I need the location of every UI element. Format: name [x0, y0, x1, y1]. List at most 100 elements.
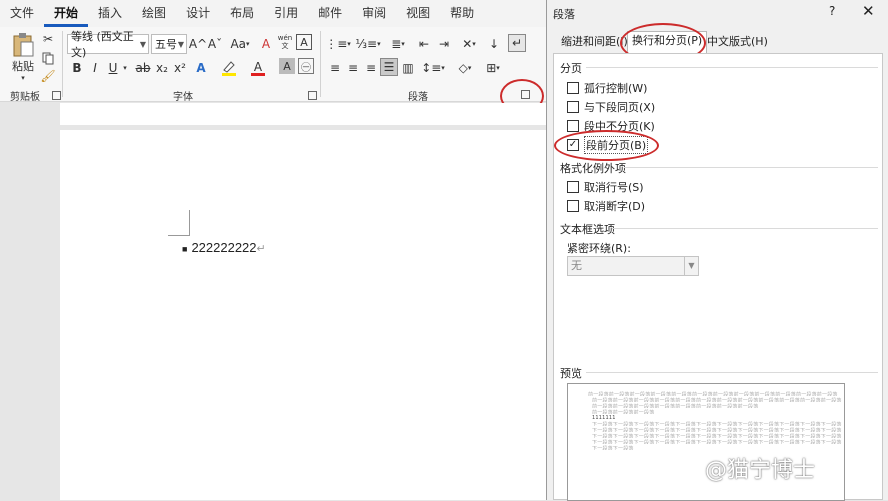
ribbon: 粘贴 ▾ ✂ 🖌 剪贴板 等线 (西文正文) ▼ 五号 ▼ A^ Aˇ Aa ▾ A … — [0, 27, 546, 113]
bold-button[interactable]: B — [70, 58, 84, 78]
checkbox-no-hyphenation[interactable]: 取消断字(D) — [567, 198, 645, 214]
clipboard-group-label: 剪贴板 — [10, 92, 40, 103]
paragraph-group-label: 段落 — [408, 92, 428, 103]
text-effects-icon[interactable]: A — [193, 58, 209, 78]
change-case-button[interactable]: Aa ▾ — [228, 34, 252, 54]
cut-icon[interactable]: ✂ — [40, 29, 56, 49]
checkbox-label: 取消断字(D) — [584, 200, 646, 213]
tab-view[interactable]: 视图 — [396, 0, 440, 27]
phonetic-guide-button[interactable]: wén 文 — [277, 32, 293, 52]
dialog-title: 段落 — [553, 8, 575, 21]
tab-file[interactable]: 文件 — [0, 0, 44, 27]
paragraph-dialog: 段落 ? ✕ 缩进和间距(I) 换行和分页(P) 中文版式(H) 分页 孤行控制… — [546, 0, 888, 501]
highlight-icon[interactable] — [218, 58, 240, 78]
font-launcher-icon[interactable] — [308, 91, 317, 100]
decrease-indent-icon[interactable]: ⇤ — [416, 34, 432, 54]
font-size-combo[interactable]: 五号 ▼ — [151, 34, 187, 54]
chevron-down-icon: ▼ — [139, 39, 146, 49]
format-painter-icon[interactable]: 🖌 — [40, 66, 56, 86]
italic-button[interactable]: I — [88, 58, 102, 78]
sort-icon[interactable]: ↓ — [486, 34, 502, 54]
chevron-down-icon[interactable]: ▾ — [120, 58, 130, 78]
checkbox-box[interactable] — [567, 200, 579, 212]
font-size-value: 五号 — [155, 38, 177, 51]
tight-wrap-select[interactable]: 无 ▼ — [567, 256, 699, 276]
clear-format-icon[interactable]: A — [258, 34, 274, 54]
preview-line: 下一段落下一段落下一段落下一段落下一段落下一段落下一段落下一段落下一段落下一段落… — [592, 428, 842, 432]
justify-icon[interactable]: ☰ — [380, 58, 398, 76]
tab-mailings[interactable]: 邮件 — [308, 0, 352, 27]
copy-icon[interactable] — [40, 48, 56, 68]
paste-label: 粘贴 — [12, 60, 34, 73]
tab-design[interactable]: 设计 — [176, 0, 220, 27]
multilevel-list-icon[interactable]: ≣ ▾ — [385, 34, 411, 54]
bullet-item[interactable]: ■ 222222222↵ — [182, 240, 266, 255]
section-textbox-label: 文本框选项 — [560, 223, 615, 236]
checkbox-label: 孤行控制(W) — [584, 82, 648, 95]
preview-line: 下一段落下一段落 — [592, 446, 634, 450]
font-name-combo[interactable]: 等线 (西文正文) ▼ — [67, 30, 149, 59]
checkbox-box[interactable] — [567, 101, 579, 113]
subscript-button[interactable]: x₂ — [154, 58, 170, 78]
close-button[interactable]: ✕ — [862, 2, 875, 20]
preview-line: 1111111 — [592, 415, 616, 420]
align-left-icon[interactable]: ≡ — [327, 58, 343, 78]
strikethrough-button[interactable]: ab — [134, 58, 152, 78]
tab-insert[interactable]: 插入 — [88, 0, 132, 27]
tab-references[interactable]: 引用 — [264, 0, 308, 27]
section-pagination-label: 分页 — [560, 62, 582, 75]
enclose-char-icon[interactable]: ㊀ — [298, 58, 314, 74]
paragraph-mark: ↵ — [256, 243, 266, 255]
section-format-label: 格式化例外项 — [560, 162, 626, 175]
align-center-icon[interactable]: ≡ — [345, 58, 361, 78]
tight-wrap-label: 紧密环绕(R): — [567, 242, 631, 255]
tab-layout[interactable]: 布局 — [220, 0, 264, 27]
preview-line: 下一段落下一段落下一段落下一段落下一段落下一段落下一段落下一段落下一段落下一段落… — [592, 434, 842, 438]
tab-home[interactable]: 开始 — [44, 0, 89, 27]
checkbox-widow-control[interactable]: 孤行控制(W) — [567, 80, 647, 96]
font-color-icon[interactable]: A — [248, 58, 268, 78]
help-button[interactable]: ? — [829, 4, 835, 18]
grow-font-button[interactable]: A^ — [189, 34, 207, 54]
paste-button[interactable]: 粘贴 ▾ — [8, 30, 38, 84]
line-spacing-icon[interactable]: ↕≡ ▾ — [420, 58, 446, 78]
increase-indent-icon[interactable]: ⇥ — [436, 34, 452, 54]
tab-draw[interactable]: 绘图 — [132, 0, 176, 27]
section-preview-label: 预览 — [560, 367, 582, 380]
align-right-icon[interactable]: ≡ — [363, 58, 379, 78]
checkbox-box[interactable] — [567, 82, 579, 94]
underline-button[interactable]: U — [106, 58, 120, 78]
show-marks-icon[interactable]: ↵ — [508, 34, 526, 52]
borders-icon[interactable]: ⊞ ▾ — [480, 58, 506, 78]
ribbon-tab-bar: 文件 开始 插入 绘图 设计 布局 引用 邮件 审阅 视图 帮助 — [0, 0, 546, 27]
chinese-layout-icon[interactable]: ✕ ▾ — [456, 34, 482, 54]
section-preview: 预览 — [560, 365, 878, 381]
tight-wrap-value: 无 — [571, 259, 582, 272]
tab-help[interactable]: 帮助 — [440, 0, 484, 27]
watermark-text: @猫宁博士 — [705, 458, 816, 483]
checkbox-keep-with-next[interactable]: 与下段同页(X) — [567, 99, 655, 115]
checkbox-box[interactable] — [567, 181, 579, 193]
clipboard-launcher-icon[interactable] — [52, 91, 61, 100]
shrink-font-button[interactable]: Aˇ — [207, 34, 223, 54]
tab-review[interactable]: 审阅 — [352, 0, 396, 27]
section-textbox-options: 文本框选项 — [560, 221, 878, 237]
shading-icon[interactable]: ◇ ▾ — [452, 58, 478, 78]
superscript-button[interactable]: x² — [172, 58, 188, 78]
change-case-label: Aa — [230, 37, 247, 51]
bullets-icon[interactable]: ⋮≡ ▾ — [325, 34, 351, 54]
document-page[interactable]: ■ 222222222↵ — [60, 130, 546, 500]
tab-asian-typography[interactable]: 中文版式(H) — [703, 33, 772, 53]
preview-line: 下一段落下一段落下一段落下一段落下一段落下一段落下一段落下一段落下一段落下一段落… — [592, 422, 842, 426]
highlight-oval-option — [554, 130, 659, 161]
char-shading-icon[interactable]: A — [279, 58, 295, 74]
preview-line: 前一段落前一段落前一段落前一段落前一段落前一段落前一段落前一段落前一段落前一段落… — [592, 398, 842, 402]
numbering-icon[interactable]: ⅓≡ ▾ — [355, 34, 381, 54]
previous-page — [60, 103, 546, 125]
checkbox-label: 取消行号(S) — [584, 181, 644, 194]
bullet-text: 222222222 — [191, 240, 257, 255]
checkbox-box[interactable] — [567, 120, 579, 132]
checkbox-suppress-line-numbers[interactable]: 取消行号(S) — [567, 179, 644, 195]
char-border-button[interactable]: A — [296, 34, 312, 50]
distributed-icon[interactable]: ▥ — [400, 58, 416, 78]
